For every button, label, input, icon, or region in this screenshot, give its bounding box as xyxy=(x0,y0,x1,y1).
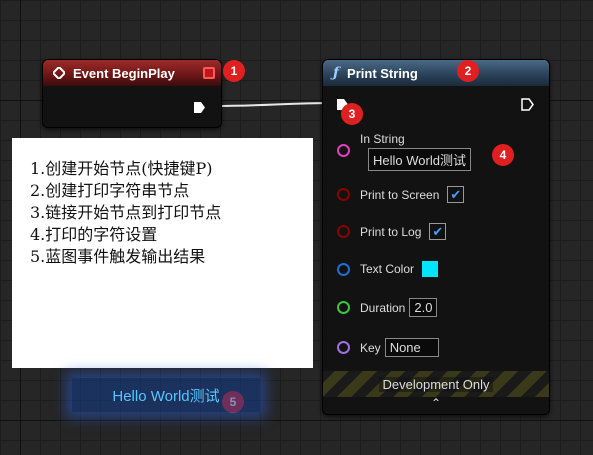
function-icon: ƒ xyxy=(333,65,340,81)
delegate-pin[interactable] xyxy=(203,67,215,79)
print-to-log-label: Print to Log xyxy=(360,224,422,239)
event-node-title: Event BeginPlay xyxy=(73,65,175,81)
collapse-arrow-icon[interactable]: ⌃ xyxy=(323,396,549,410)
event-node-header[interactable]: Event BeginPlay xyxy=(43,60,221,86)
instruction-item: 3.链接开始节点到打印节点 xyxy=(30,203,222,222)
text-color-pin[interactable] xyxy=(337,262,350,276)
print-to-screen-checkbox[interactable]: ✔ xyxy=(447,186,465,203)
exec-out-pin[interactable] xyxy=(193,101,206,114)
in-string-pin[interactable] xyxy=(337,144,350,157)
text-color-pin-row[interactable]: Text Color xyxy=(337,261,439,277)
step-badge-4: 4 xyxy=(492,144,514,166)
instruction-item: 1.创建开始节点(快捷键P) xyxy=(30,159,213,178)
in-string-input[interactable]: Hello World测试 xyxy=(368,148,471,171)
print-to-log-pin-row[interactable]: Print to Log ✔ xyxy=(337,223,447,240)
key-pin[interactable] xyxy=(337,341,350,354)
print-to-log-pin[interactable] xyxy=(337,225,350,238)
event-beginplay-node[interactable]: Event BeginPlay xyxy=(42,59,222,128)
event-diamond-icon xyxy=(53,67,65,79)
duration-pin-row[interactable]: Duration 2.0 xyxy=(337,298,438,317)
step-badge-3: 3 xyxy=(341,103,363,125)
step-badge-2: 2 xyxy=(457,60,479,82)
in-string-label: In String xyxy=(360,132,405,146)
development-only-banner: Development Only xyxy=(323,371,549,397)
instruction-list: 1.创建开始节点(快捷键P) 2.创建打印字符串节点 3.链接开始节点到打印节点… xyxy=(12,138,313,268)
duration-input[interactable]: 2.0 xyxy=(409,298,438,317)
print-node-title: Print String xyxy=(347,65,418,81)
text-color-swatch[interactable] xyxy=(422,261,439,277)
instruction-item: 4.打印的字符设置 xyxy=(30,225,158,244)
key-label: Key xyxy=(360,340,381,355)
print-node-header[interactable]: ƒ Print String xyxy=(323,60,549,86)
exec-out-pin[interactable] xyxy=(521,98,534,111)
print-to-screen-pin-row[interactable]: Print to Screen ✔ xyxy=(337,186,465,203)
step-badge-1: 1 xyxy=(223,60,245,82)
duration-pin[interactable] xyxy=(337,301,350,314)
text-color-label: Text Color xyxy=(360,262,415,276)
instruction-item: 5.蓝图事件触发输出结果 xyxy=(30,247,206,266)
print-to-screen-label: Print to Screen xyxy=(360,187,440,202)
grid-line xyxy=(0,420,593,421)
screen-output-text: Hello World测试 xyxy=(72,378,260,412)
instruction-item: 2.创建打印字符串节点 xyxy=(30,181,190,200)
print-to-log-checkbox[interactable]: ✔ xyxy=(429,223,447,240)
instruction-notes-panel: 1.创建开始节点(快捷键P) 2.创建打印字符串节点 3.链接开始节点到打印节点… xyxy=(12,138,313,368)
development-only-label: Development Only xyxy=(378,376,494,392)
key-pin-row[interactable]: Key None xyxy=(337,338,439,357)
print-to-screen-pin[interactable] xyxy=(337,188,350,201)
duration-label: Duration xyxy=(360,300,406,315)
key-input[interactable]: None xyxy=(384,338,439,357)
in-string-pin-row[interactable]: In String Hello World测试 xyxy=(337,132,471,171)
